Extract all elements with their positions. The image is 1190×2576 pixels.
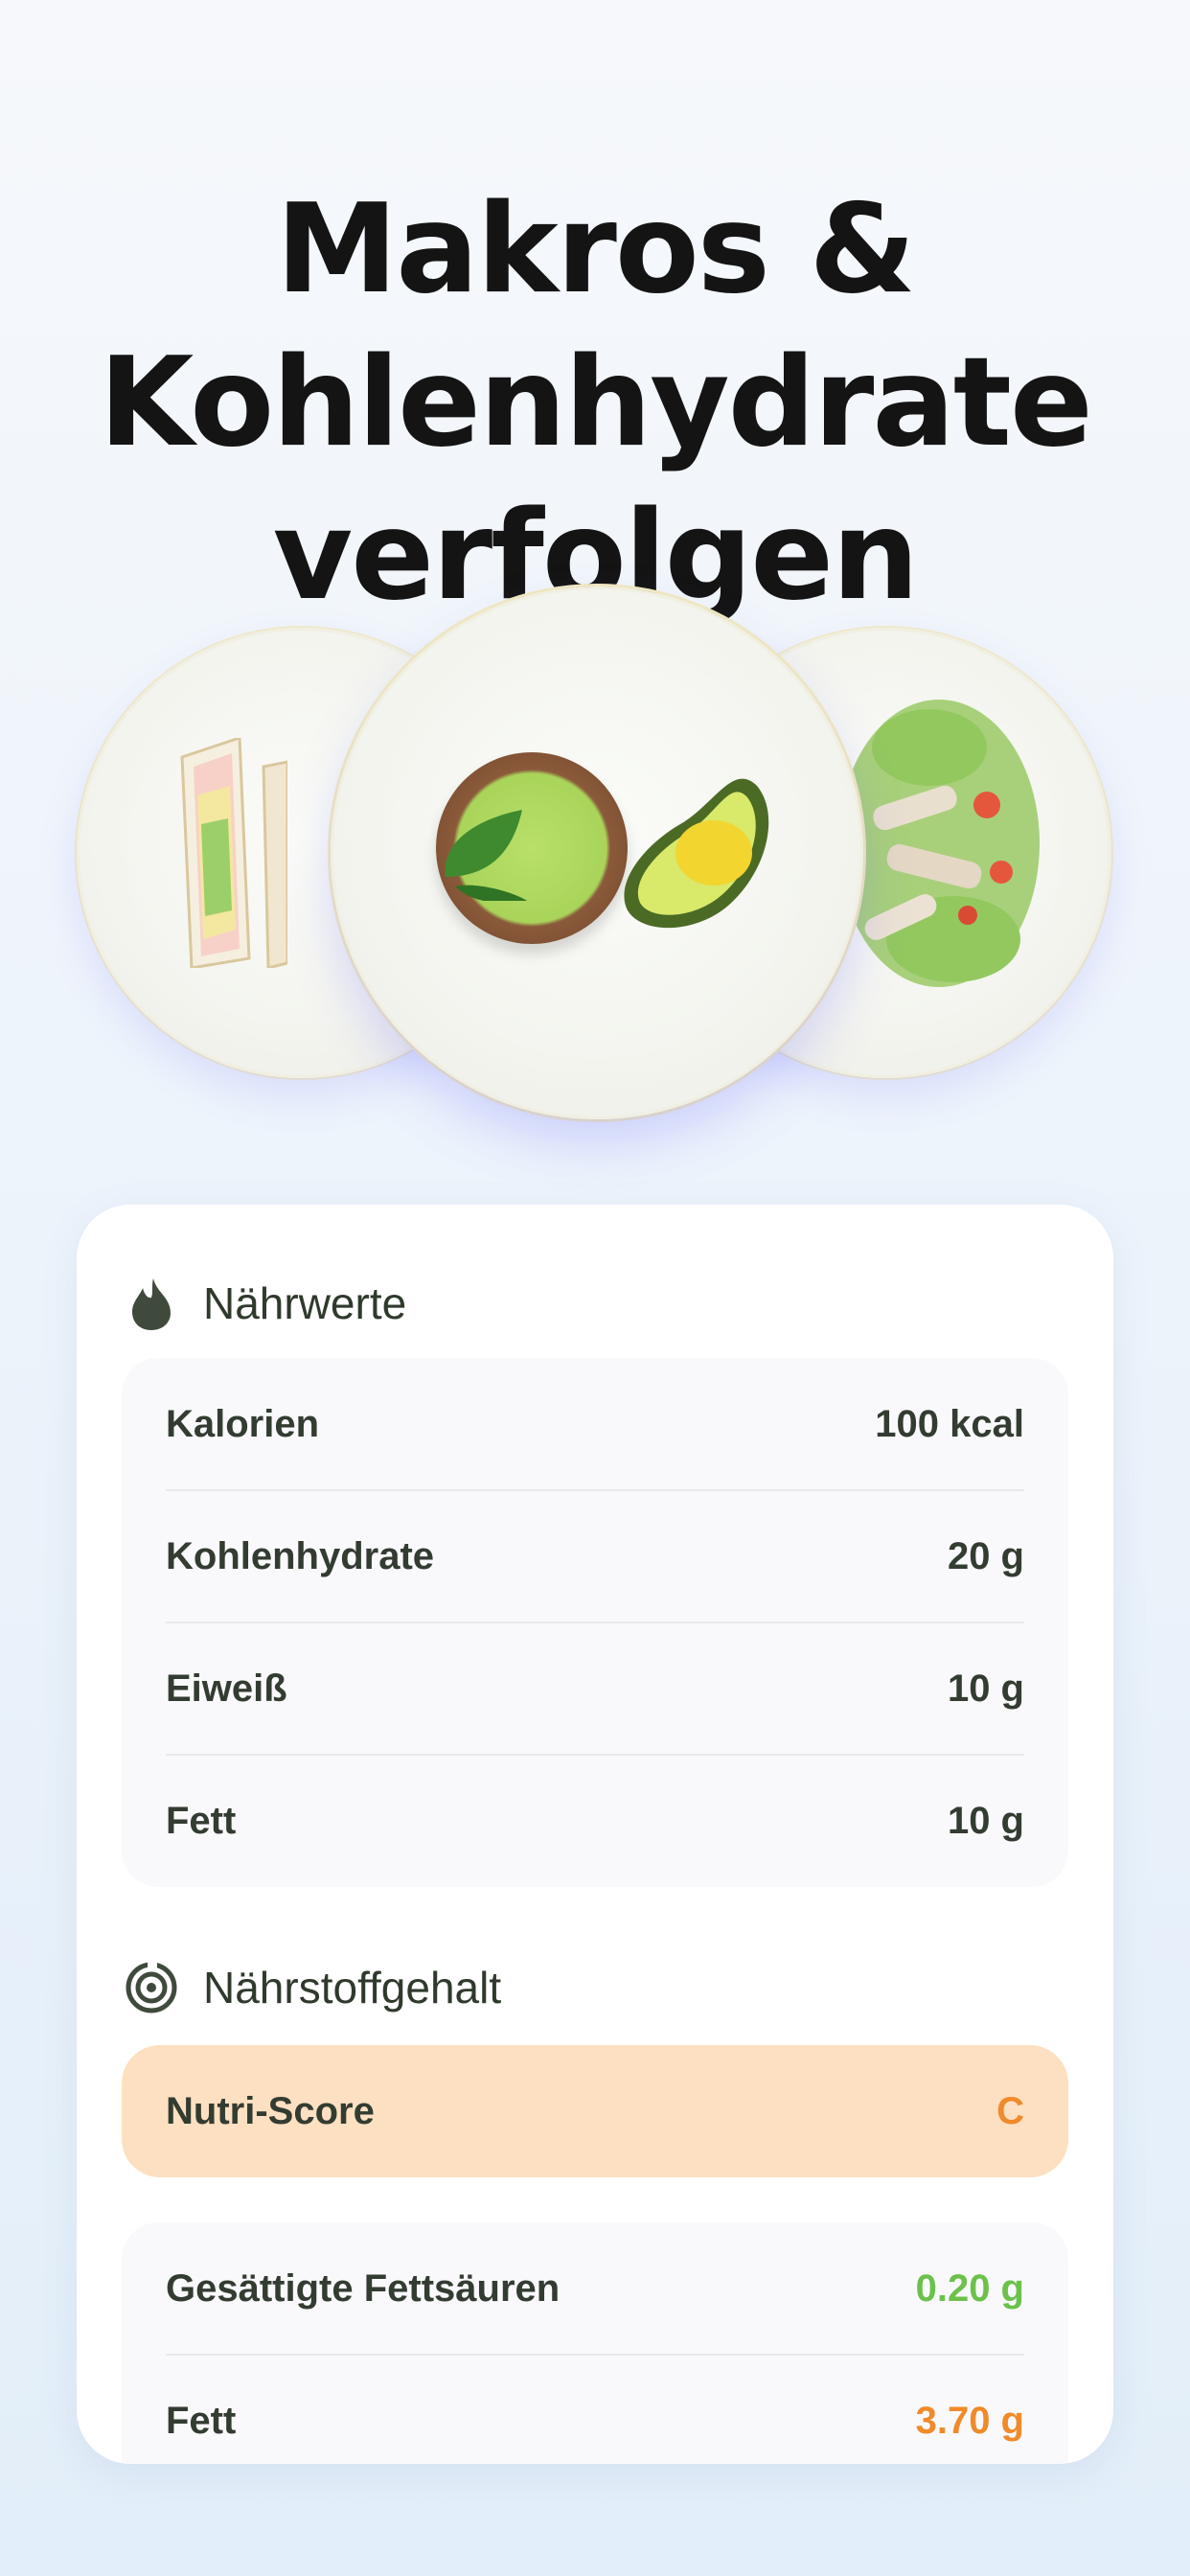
content-row-fat: Fett 3.70 g: [166, 2355, 1024, 2464]
flame-icon: [125, 1276, 178, 1330]
nutrient-content-list: Gesättigte Fettsäuren 0.20 g Fett 3.70 g: [122, 2222, 1068, 2464]
row-label: Kalorien: [166, 1402, 320, 1445]
nutrition-row-calories: Kalorien 100 kcal: [166, 1358, 1024, 1490]
row-label: Fett: [166, 2399, 237, 2442]
row-label: Kohlenhydrate: [166, 1534, 435, 1577]
nutrition-row-protein: Eiweiß 10 g: [166, 1622, 1024, 1755]
nutrition-values-list: Kalorien 100 kcal Kohlenhydrate 20 g Eiw…: [122, 1358, 1068, 1887]
row-value: 100 kcal: [875, 1402, 1024, 1445]
target-icon: [125, 1961, 178, 2014]
row-value: 20 g: [947, 1534, 1024, 1577]
sandwich-image: [180, 738, 287, 968]
row-label: Gesättigte Fettsäuren: [166, 2266, 561, 2310]
nutri-score-row: Nutri-Score C: [122, 2045, 1068, 2177]
row-label: Fett: [166, 1799, 237, 1842]
salad-image: [838, 700, 1040, 987]
nutrition-card: Nährwerte Kalorien 100 kcal Kohlenhydrat…: [77, 1205, 1113, 2464]
nutrition-row-carbs: Kohlenhydrate 20 g: [166, 1490, 1024, 1622]
basil-leaf-icon: [445, 810, 527, 901]
nutri-score-value: C: [996, 2089, 1024, 2132]
avocado-image: [624, 778, 769, 929]
row-value: 10 g: [947, 1799, 1024, 1842]
nutrition-row-fat: Fett 10 g: [166, 1755, 1024, 1887]
headline-line-1: Makros &: [275, 177, 916, 321]
content-section-header: Nährstoffgehalt: [125, 1954, 501, 2021]
content-section-title: Nährstoffgehalt: [203, 1963, 502, 2012]
row-value: 10 g: [947, 1667, 1024, 1710]
row-value: 3.70 g: [915, 2399, 1024, 2442]
nutri-score-label: Nutri-Score: [166, 2089, 375, 2132]
row-label: Eiweiß: [166, 1667, 287, 1710]
nutrition-section-header: Nährwerte: [125, 1270, 406, 1337]
headline-line-2: Kohlenhydrate: [99, 331, 1093, 474]
headline: Makros & Kohlenhydrate verfolgen: [0, 173, 1190, 633]
row-value: 0.20 g: [915, 2266, 1024, 2310]
nutrition-section-title: Nährwerte: [203, 1278, 407, 1328]
content-row-saturated-fat: Gesättigte Fettsäuren 0.20 g: [166, 2222, 1024, 2355]
